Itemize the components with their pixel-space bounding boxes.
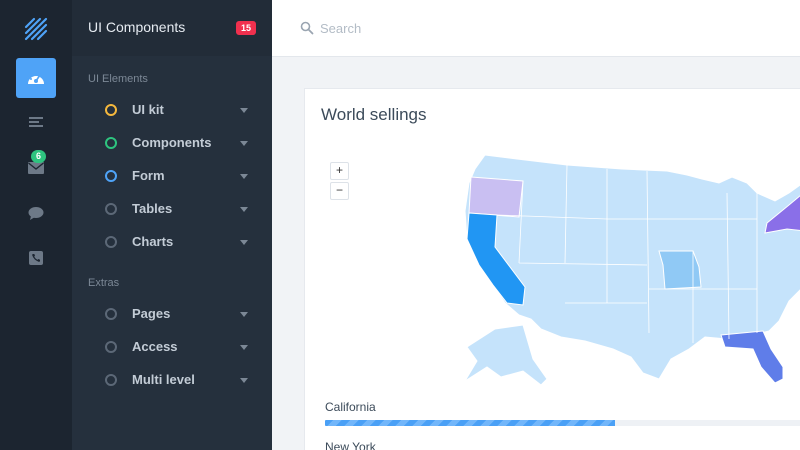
- mail-badge: 6: [31, 150, 46, 163]
- chat-bubble-icon: [28, 206, 44, 220]
- logo-icon[interactable]: [24, 17, 48, 41]
- status-ring-icon: [105, 137, 117, 149]
- sidebar-item-multi-level[interactable]: Multi level: [72, 364, 272, 397]
- caret-down-icon: [240, 240, 248, 245]
- status-ring-icon: [105, 104, 117, 116]
- nav-chat-button[interactable]: [16, 193, 56, 233]
- icon-rail: 6: [0, 0, 72, 450]
- caret-down-icon: [240, 312, 248, 317]
- zoom-out-button[interactable]: −: [330, 182, 349, 200]
- text-lines-icon: [29, 117, 43, 127]
- caret-down-icon: [240, 345, 248, 350]
- world-sellings-card: World sellings + − California New York: [304, 88, 800, 450]
- progress-label-california: California: [325, 400, 376, 414]
- sidebar-item-components[interactable]: Components: [72, 127, 272, 160]
- sidebar-item-label: Multi level: [132, 372, 195, 387]
- mail-icon: [28, 162, 44, 174]
- phone-icon: [29, 251, 43, 265]
- sidebar-item-label: Pages: [132, 306, 171, 321]
- nav-text-button[interactable]: [16, 102, 56, 142]
- nav-phone-button[interactable]: [16, 238, 56, 278]
- sidebar-item-label: Components: [132, 135, 212, 150]
- top-search-bar: [272, 0, 800, 57]
- map-region-florida: [720, 330, 784, 384]
- nav-dashboard-button[interactable]: [16, 58, 56, 98]
- caret-down-icon: [240, 207, 248, 212]
- status-ring-icon: [105, 341, 117, 353]
- sidebar-item-pages[interactable]: Pages: [72, 298, 272, 331]
- progress-fill-california: [325, 420, 615, 426]
- sidebar-header: UI Components 15: [72, 0, 272, 56]
- status-ring-icon: [105, 236, 117, 248]
- sidebar-item-ui-kit[interactable]: UI kit: [72, 94, 272, 127]
- card-title: World sellings: [321, 105, 427, 124]
- sidebar-item-label: Access: [132, 339, 178, 354]
- search-input[interactable]: [320, 16, 740, 40]
- caret-down-icon: [240, 378, 248, 383]
- status-ring-icon: [105, 374, 117, 386]
- sidebar-item-access[interactable]: Access: [72, 331, 272, 364]
- status-ring-icon: [105, 170, 117, 182]
- status-ring-icon: [105, 203, 117, 215]
- caret-down-icon: [240, 141, 248, 146]
- sidebar-item-charts[interactable]: Charts: [72, 226, 272, 259]
- progress-bar-california: [325, 420, 800, 426]
- map-region-missouri: [658, 250, 702, 290]
- dashboard-icon: [28, 73, 44, 84]
- caret-down-icon: [240, 108, 248, 113]
- sidebar-item-label: UI kit: [132, 102, 164, 117]
- caret-down-icon: [240, 174, 248, 179]
- map-region-alaska: [464, 324, 548, 386]
- sidebar-item-form[interactable]: Form: [72, 160, 272, 193]
- component-count-badge: 15: [236, 21, 256, 35]
- section-label-ui-elements: UI Elements: [88, 73, 148, 85]
- progress-label-new-york: New York: [325, 440, 376, 450]
- sidebar-item-label: Form: [132, 168, 165, 183]
- sidebar-panel: UI Components 15 UI Elements UI kit Comp…: [72, 0, 272, 450]
- status-ring-icon: [105, 308, 117, 320]
- section-label-extras: Extras: [88, 277, 120, 289]
- search-icon: [300, 21, 314, 35]
- sidebar-title[interactable]: UI Components: [88, 19, 185, 35]
- map-region-oregon: [468, 176, 524, 218]
- sidebar-item-tables[interactable]: Tables: [72, 193, 272, 226]
- sidebar-item-label: Charts: [132, 234, 174, 249]
- usa-map[interactable]: [457, 153, 800, 393]
- zoom-in-button[interactable]: +: [330, 162, 349, 180]
- sidebar-item-label: Tables: [132, 201, 173, 216]
